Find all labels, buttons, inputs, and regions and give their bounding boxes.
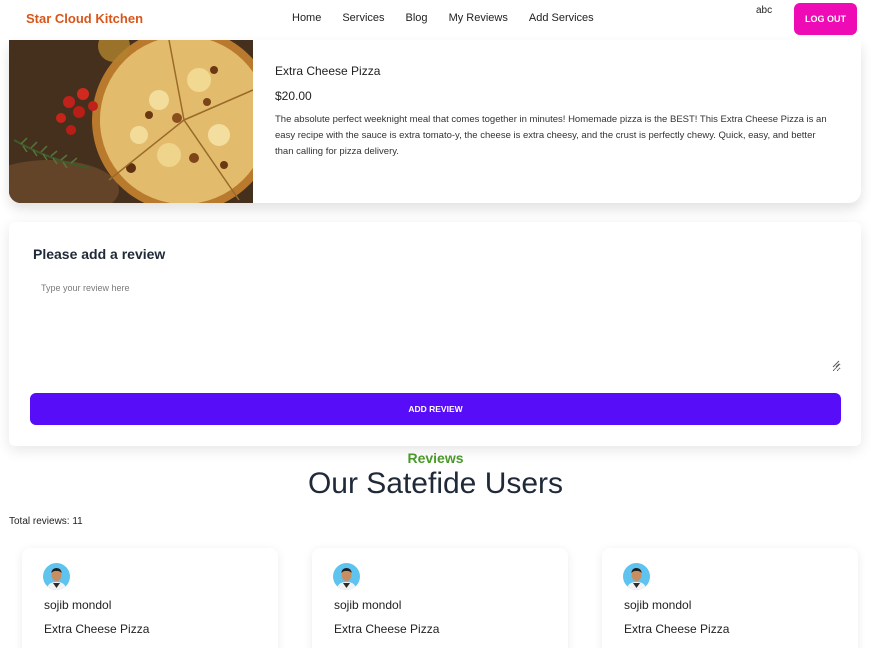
add-review-button[interactable]: ADD REVIEW <box>30 393 841 425</box>
navbar: Star Cloud Kitchen Home Services Blog My… <box>0 0 871 40</box>
nav-blog[interactable]: Blog <box>406 12 428 24</box>
pizza-illustration <box>9 40 253 203</box>
review-form-heading: Please add a review <box>33 246 166 262</box>
review-card: sojib mondol Extra Cheese Pizza <box>312 548 568 648</box>
service-price: $20.00 <box>275 89 312 103</box>
service-detail-card: Extra Cheese Pizza $20.00 The absolute p… <box>9 40 861 203</box>
review-textarea[interactable] <box>30 274 841 372</box>
user-avatar-icon <box>333 563 360 590</box>
reviewer-name: sojib mondol <box>334 598 402 612</box>
pizza-image <box>9 40 253 203</box>
reviewer-name: sojib mondol <box>624 598 692 612</box>
review-card: sojib mondol Extra Cheese Pizza <box>602 548 858 648</box>
service-title: Extra Cheese Pizza <box>275 64 381 78</box>
review-form-card: Please add a review ADD REVIEW <box>9 222 861 446</box>
reviewed-service: Extra Cheese Pizza <box>334 622 440 636</box>
service-body: Extra Cheese Pizza $20.00 The absolute p… <box>275 64 835 160</box>
user-avatar-icon <box>43 563 70 590</box>
review-card: sojib mondol Extra Cheese Pizza <box>22 548 278 648</box>
user-avatar-icon <box>623 563 650 590</box>
logout-button[interactable]: LOG OUT <box>794 3 857 35</box>
brand-logo[interactable]: Star Cloud Kitchen <box>26 11 143 26</box>
reviews-kicker: Reviews <box>407 450 464 466</box>
nav-links: Home Services Blog My Reviews Add Servic… <box>292 12 594 24</box>
reviewed-service: Extra Cheese Pizza <box>44 622 150 636</box>
avatar <box>43 563 70 590</box>
nav-services[interactable]: Services <box>342 12 384 24</box>
user-name: abc <box>756 5 773 16</box>
service-description: The absolute perfect weeknight meal that… <box>275 114 827 157</box>
resize-grip-icon[interactable] <box>832 360 840 368</box>
avatar <box>623 563 650 590</box>
reviews-title: Our Satefide Users <box>307 467 564 500</box>
nav-add-services[interactable]: Add Services <box>529 12 594 24</box>
avatar <box>333 563 360 590</box>
total-reviews: Total reviews: 11 <box>9 516 83 527</box>
reviewer-name: sojib mondol <box>44 598 112 612</box>
reviewed-service: Extra Cheese Pizza <box>624 622 730 636</box>
nav-my-reviews[interactable]: My Reviews <box>449 12 508 24</box>
nav-home[interactable]: Home <box>292 12 321 24</box>
